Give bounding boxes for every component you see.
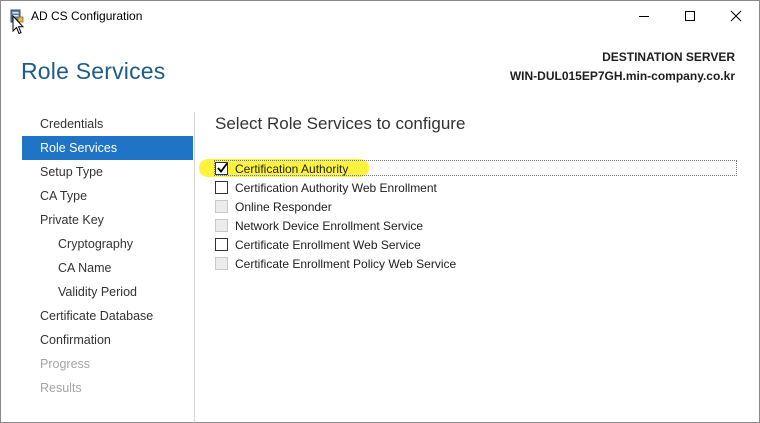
page-title: Role Services	[21, 58, 166, 84]
mouse-cursor-icon	[12, 14, 25, 35]
maximize-icon	[685, 11, 695, 21]
checkmark-icon	[217, 162, 228, 173]
role-services-list: Certification Authority Certification Au…	[199, 159, 738, 273]
close-button[interactable]	[713, 1, 759, 31]
checkbox-certificate-enrollment-web-service[interactable]	[215, 238, 228, 251]
checkbox-certification-authority[interactable]	[215, 162, 228, 175]
content-title: Select Role Services to configure	[215, 114, 466, 133]
nav-item-setup-type[interactable]: Setup Type	[22, 160, 193, 184]
nav-item-credentials[interactable]: Credentials	[22, 112, 193, 136]
nav-item-confirmation[interactable]: Confirmation	[22, 328, 193, 352]
checkbox-ca-web-enrollment[interactable]	[215, 181, 228, 194]
role-certificate-enrollment-policy-web-service: Certificate Enrollment Policy Web Servic…	[215, 254, 738, 273]
nav-item-validity-period[interactable]: Validity Period	[22, 280, 193, 304]
close-icon	[730, 10, 742, 22]
nav-item-results: Results	[40, 381, 82, 395]
destination-server-label: DESTINATION SERVER	[602, 50, 735, 64]
role-label: Certificate Enrollment Policy Web Servic…	[235, 256, 457, 271]
role-label: Certification Authority Web Enrollment	[235, 180, 437, 195]
wizard-navigation: Credentials Role Services Setup Type CA …	[22, 112, 193, 400]
role-network-device-enrollment: Network Device Enrollment Service	[215, 216, 738, 235]
role-certificate-enrollment-web-service[interactable]: Certificate Enrollment Web Service	[215, 235, 738, 254]
nav-item-certificate-database[interactable]: Certificate Database	[22, 304, 193, 328]
role-label: Certificate Enrollment Web Service	[235, 237, 421, 252]
role-label: Online Responder	[235, 199, 332, 214]
role-online-responder: Online Responder	[215, 197, 738, 216]
checkbox-online-responder	[215, 200, 228, 213]
checkbox-network-device-enrollment	[215, 219, 228, 232]
nav-item-progress: Progress	[40, 357, 91, 371]
nav-item-ca-name[interactable]: CA Name	[22, 256, 193, 280]
role-label: Network Device Enrollment Service	[235, 218, 424, 233]
destination-server-name: WIN-DUL015EP7GH.min-company.co.kr	[509, 69, 735, 83]
role-certification-authority[interactable]: Certification Authority	[199, 159, 738, 178]
role-label: Certification Authority	[235, 161, 349, 176]
nav-item-role-services[interactable]: Role Services	[22, 136, 193, 160]
ad-cs-configuration-window: AD CS Configuration Role Services DESTIN…	[0, 0, 760, 423]
checkbox-certificate-enrollment-policy-web-service	[215, 257, 228, 270]
nav-item-ca-type[interactable]: CA Type	[22, 184, 193, 208]
window-title: AD CS Configuration	[31, 9, 143, 23]
maximize-button[interactable]	[667, 1, 713, 31]
title-bar[interactable]: AD CS Configuration	[1, 1, 759, 35]
minimize-button[interactable]	[621, 1, 667, 31]
nav-divider	[194, 112, 195, 423]
nav-item-cryptography[interactable]: Cryptography	[22, 232, 193, 256]
role-ca-web-enrollment[interactable]: Certification Authority Web Enrollment	[215, 178, 738, 197]
minimize-icon	[639, 16, 649, 17]
nav-item-private-key[interactable]: Private Key	[22, 208, 193, 232]
